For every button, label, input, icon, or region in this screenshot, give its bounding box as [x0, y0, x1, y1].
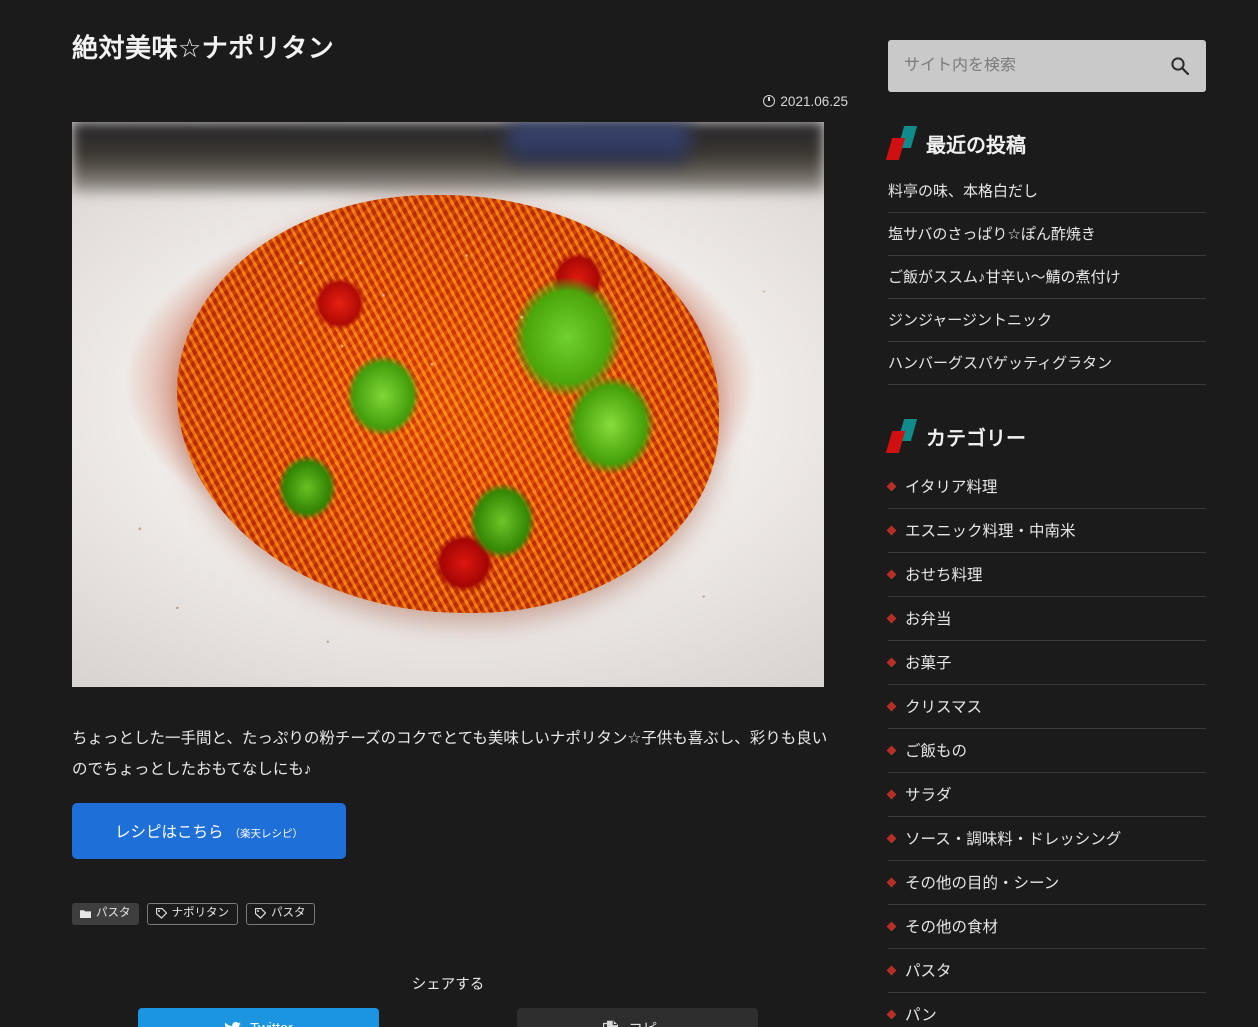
- sidebar: 最近の投稿 料亭の味、本格白だし 塩サバのさっぱり☆ぽん酢焼き ご飯がススム♪甘…: [880, 0, 1258, 1027]
- category-label: エスニック料理・中南米: [905, 523, 1076, 540]
- share-buttons: Twitter コピー: [72, 1007, 824, 1027]
- widget-recent-title: 最近の投稿: [926, 134, 1026, 157]
- diamond-bullet-icon: [886, 921, 897, 931]
- list-item[interactable]: お弁当: [886, 597, 1206, 641]
- diamond-bullet-icon: [886, 569, 897, 579]
- tag-icon: [155, 908, 167, 920]
- share-section: シェアする Twitter コピー: [72, 973, 824, 1027]
- list-item[interactable]: パン: [886, 993, 1206, 1027]
- list-item[interactable]: お菓子: [886, 641, 1206, 685]
- list-item[interactable]: ご飯もの: [886, 729, 1206, 773]
- share-copy-label: コピー: [628, 1018, 672, 1027]
- widget-categories-title: カテゴリー: [926, 427, 1026, 450]
- recent-posts-list: 料亭の味、本格白だし 塩サバのさっぱり☆ぽん酢焼き ご飯がススム♪甘辛い〜鯖の煮…: [888, 172, 1206, 385]
- category-label: ご飯もの: [905, 743, 968, 760]
- brand-slash-icon: [885, 419, 918, 453]
- twitter-bird-icon: [224, 1021, 242, 1027]
- diamond-bullet-icon: [886, 613, 897, 623]
- share-heading: シェアする: [411, 976, 485, 993]
- share-twitter-button[interactable]: Twitter: [138, 1007, 379, 1027]
- plate-specks: [72, 121, 824, 687]
- article-column: 絶対美味☆ナポリタン 2021.06.25 ちょっとした一手間と、たっぷりの粉チ…: [0, 0, 880, 1027]
- share-copy-button[interactable]: コピー: [517, 1007, 758, 1027]
- diamond-bullet-icon: [886, 701, 897, 711]
- category-label: パン: [905, 1007, 937, 1024]
- list-item[interactable]: 塩サバのさっぱり☆ぽん酢焼き: [888, 213, 1206, 256]
- recipe-button-label: レシピはこちら: [114, 823, 224, 841]
- folder-icon: [80, 909, 91, 918]
- diamond-bullet-icon: [886, 481, 897, 491]
- category-badge[interactable]: パスタ: [72, 902, 139, 925]
- list-item[interactable]: パスタ: [886, 949, 1206, 993]
- diamond-bullet-icon: [886, 833, 897, 843]
- list-item[interactable]: サラダ: [886, 773, 1206, 817]
- diamond-bullet-icon: [886, 525, 897, 535]
- category-label: イタリア料理: [905, 479, 998, 496]
- post-date-text: 2021.06.25: [780, 93, 848, 109]
- list-item[interactable]: ご飯がススム♪甘辛い〜鯖の煮付け: [888, 256, 1206, 299]
- featured-image: [72, 121, 824, 687]
- share-twitter-label: Twitter: [250, 1021, 293, 1027]
- category-label: パスタ: [905, 963, 952, 980]
- category-label: ソース・調味料・ドレッシング: [905, 831, 1122, 848]
- list-item[interactable]: おせち料理: [886, 553, 1206, 597]
- featured-image-canvas: [72, 121, 824, 687]
- tag-badge[interactable]: ナポリタン: [146, 902, 238, 925]
- clock-icon: [763, 94, 776, 107]
- category-label: その他の食材: [905, 919, 999, 936]
- category-label: クリスマス: [905, 699, 983, 716]
- category-label: おせち料理: [905, 567, 983, 584]
- list-item[interactable]: エスニック料理・中南米: [886, 509, 1206, 553]
- diamond-bullet-icon: [886, 965, 897, 975]
- tag-badge[interactable]: パスタ: [246, 902, 315, 925]
- site-search[interactable]: [888, 40, 1206, 92]
- copy-icon: [603, 1020, 619, 1027]
- category-label: お菓子: [905, 655, 952, 672]
- list-item[interactable]: ジンジャージントニック: [888, 299, 1206, 342]
- search-input[interactable]: [904, 57, 1170, 75]
- list-item[interactable]: 料亭の味、本格白だし: [888, 172, 1206, 213]
- category-label: お弁当: [905, 611, 952, 628]
- widget-recent-posts: 最近の投稿 料亭の味、本格白だし 塩サバのさっぱり☆ぽん酢焼き ご飯がススム♪甘…: [885, 126, 1206, 385]
- tag-badge-label: ナポリタン: [171, 907, 230, 920]
- category-label: サラダ: [905, 787, 952, 804]
- brand-slash-icon: [885, 126, 918, 160]
- list-item[interactable]: その他の目的・シーン: [886, 861, 1206, 905]
- search-icon[interactable]: [1170, 56, 1190, 76]
- widget-recent-header: 最近の投稿: [885, 126, 1206, 160]
- post-meta: 2021.06.25: [72, 93, 880, 111]
- taxonomy-row: パスタ ナポリタン パスタ: [72, 902, 880, 925]
- post-date: 2021.06.25: [763, 94, 848, 109]
- list-item[interactable]: その他の食材: [886, 905, 1206, 949]
- diamond-bullet-icon: [886, 657, 897, 667]
- diamond-bullet-icon: [886, 789, 897, 799]
- diamond-bullet-icon: [886, 1009, 897, 1019]
- page-title: 絶対美味☆ナポリタン: [72, 33, 335, 63]
- page-root: 絶対美味☆ナポリタン 2021.06.25 ちょっとした一手間と、たっぷりの粉チ…: [0, 0, 1258, 1027]
- list-item[interactable]: ソース・調味料・ドレッシング: [886, 817, 1206, 861]
- widget-categories: カテゴリー イタリア料理 エスニック料理・中南米 おせち料理 お弁当 お菓子 ク…: [885, 419, 1206, 1027]
- widget-categories-header: カテゴリー: [885, 419, 1206, 453]
- recipe-button-sublabel: （楽天レシピ）: [229, 827, 304, 840]
- list-item[interactable]: ハンバーグスパゲッティグラタン: [888, 342, 1206, 385]
- recipe-link-button[interactable]: レシピはこちら （楽天レシピ）: [72, 802, 346, 859]
- category-list: イタリア料理 エスニック料理・中南米 おせち料理 お弁当 お菓子 クリスマス ご…: [886, 465, 1206, 1027]
- category-label: その他の目的・シーン: [905, 875, 1060, 892]
- diamond-bullet-icon: [886, 745, 897, 755]
- diamond-bullet-icon: [886, 877, 897, 887]
- category-badge-label: パスタ: [96, 907, 131, 920]
- tag-badge-label: パスタ: [271, 907, 306, 920]
- list-item[interactable]: クリスマス: [886, 685, 1206, 729]
- post-description: ちょっとした一手間と、たっぷりの粉チーズのコクでとても美味しいナポリタン☆子供も…: [72, 729, 828, 778]
- list-item[interactable]: イタリア料理: [886, 465, 1206, 509]
- tag-icon: [255, 908, 266, 920]
